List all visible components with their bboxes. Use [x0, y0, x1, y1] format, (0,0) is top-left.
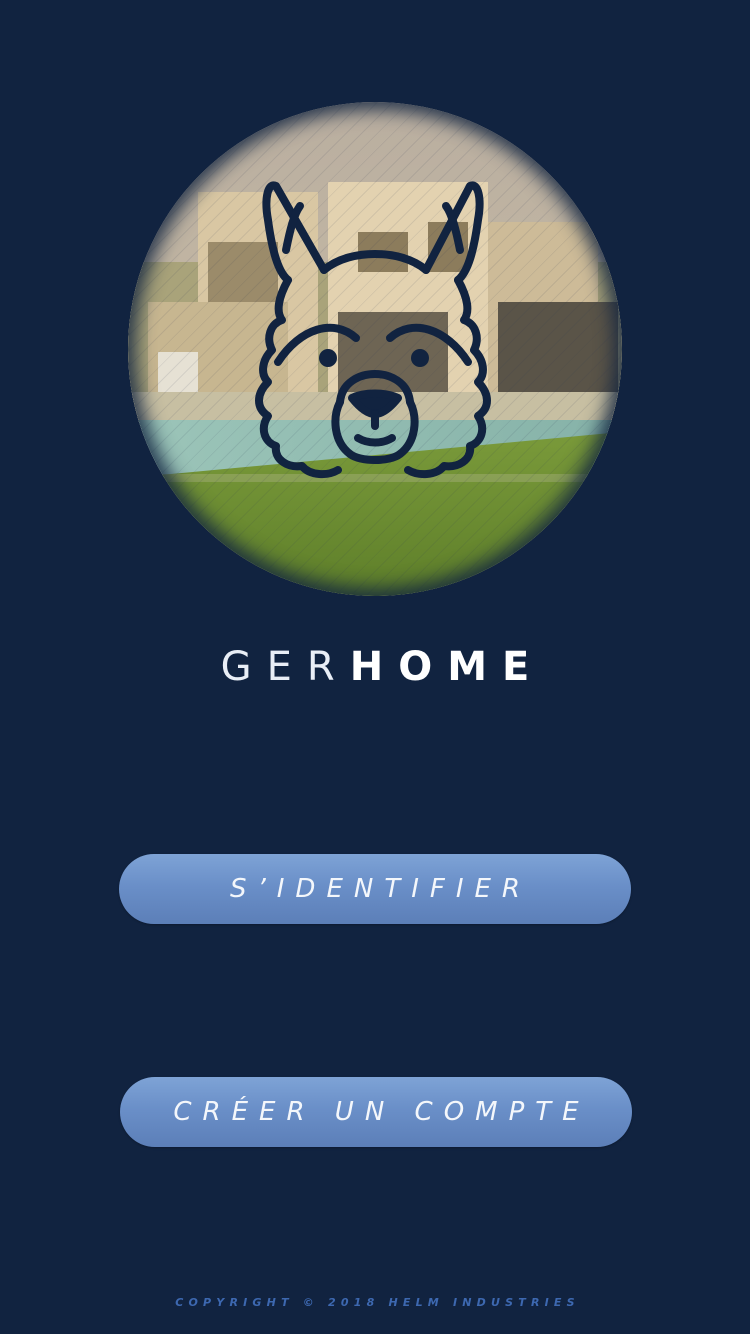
hero-image [128, 102, 622, 596]
create-account-button[interactable]: CRÉER UN COMPTE [120, 1077, 632, 1147]
login-button-label: S’IDENTIFIER [230, 874, 531, 904]
copyright-text: COPYRIGHT © 2018 HELM INDUSTRIES [175, 1296, 580, 1309]
app-logo-text: GERHOME [0, 642, 750, 692]
brand-light-text: GER [220, 644, 350, 690]
hero-vignette [128, 102, 622, 596]
create-account-button-label: CRÉER UN COMPTE [173, 1097, 590, 1127]
brand-bold-text: HOME [349, 644, 545, 690]
login-button[interactable]: S’IDENTIFIER [119, 854, 631, 924]
